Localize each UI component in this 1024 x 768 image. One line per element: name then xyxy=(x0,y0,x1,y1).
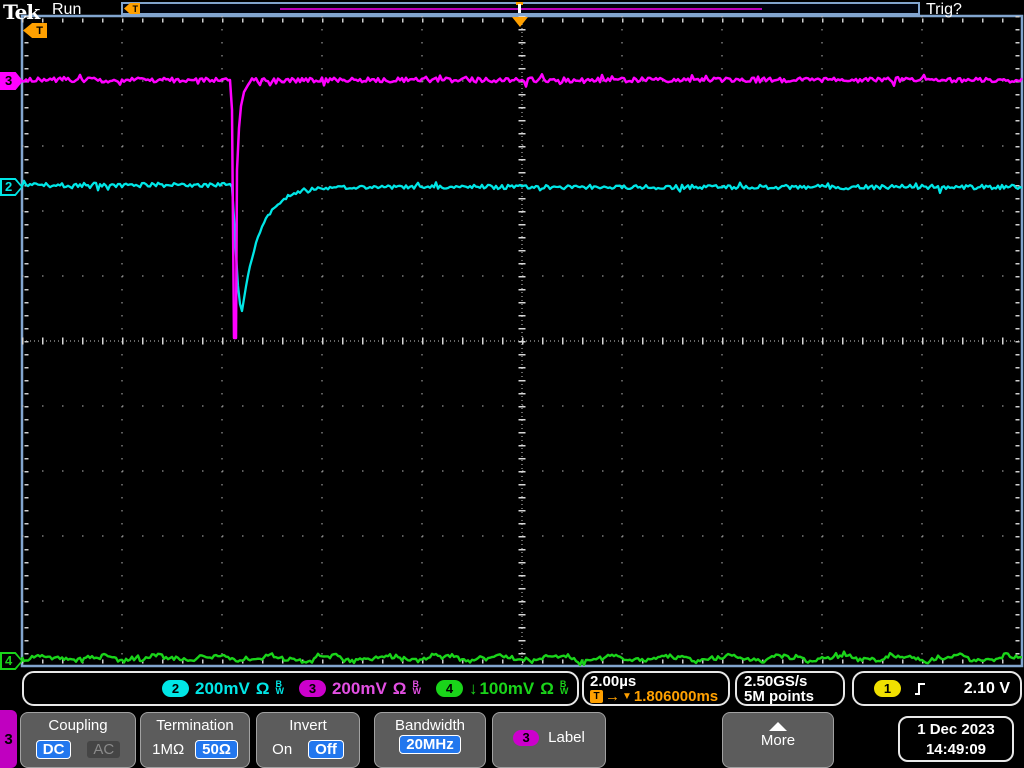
termination-50ohm-option[interactable]: 50Ω xyxy=(195,740,238,759)
channel2-readout[interactable]: 2 200mV Ω BW xyxy=(162,679,284,699)
channel4-readout[interactable]: 4 ↓ 100mV Ω BW xyxy=(435,678,569,699)
channel-readouts[interactable]: 2 200mV Ω BW 3 200mV Ω BW 4 ↓ 100mV Ω BW xyxy=(22,671,579,706)
trace-channel3 xyxy=(21,73,1024,340)
record-view-bar[interactable]: T xyxy=(121,2,920,15)
record-length: 5M points xyxy=(744,688,814,705)
acquisition-status: Run xyxy=(52,1,82,18)
channel3-bw-limit: BW xyxy=(412,678,421,696)
channel4-bw-limit: BW xyxy=(559,678,569,696)
channel2-bw-limit: BW xyxy=(275,678,284,696)
trigger-position-marker[interactable] xyxy=(512,17,528,27)
horizontal-scale: 2.00µs xyxy=(590,673,637,690)
channel3-marker[interactable]: 3 xyxy=(0,72,23,90)
time-value: 14:49:09 xyxy=(925,741,987,758)
bandwidth-button[interactable]: Bandwidth 20MHz xyxy=(374,712,486,768)
label-channel-badge: 3 xyxy=(513,729,540,746)
channel4-invert-icon: ↓ xyxy=(468,678,478,698)
record-trigger-icon: T xyxy=(124,3,140,14)
label-button[interactable]: 3 Label xyxy=(492,712,606,768)
channel3-readout[interactable]: 3 200mV Ω BW xyxy=(298,678,421,699)
trigger-status: Trig? xyxy=(926,1,962,18)
channel4-marker[interactable]: 4 xyxy=(0,652,23,670)
rising-edge-icon xyxy=(915,682,925,695)
trigger-delay-icon: T xyxy=(590,690,603,703)
invert-off-option[interactable]: Off xyxy=(308,740,344,759)
tek-logo: Tek xyxy=(3,0,40,24)
delay-arrow-icon: → xyxy=(605,688,620,705)
sample-rate: 2.50GS/s xyxy=(744,673,808,690)
date-value: 1 Dec 2023 xyxy=(917,721,995,738)
channel4-scale: 100mV xyxy=(479,678,535,698)
invert-button[interactable]: Invert On Off xyxy=(256,712,360,768)
graticule xyxy=(20,14,1024,668)
termination-button[interactable]: Termination 1MΩ 50Ω xyxy=(140,712,250,768)
channel2-marker[interactable]: 2 xyxy=(0,178,23,196)
bandwidth-value-option[interactable]: 20MHz xyxy=(399,735,461,754)
channel4-impedance: Ω xyxy=(540,678,554,698)
delay-marker-icon: ▼ xyxy=(622,691,632,702)
termination-1meg-option[interactable]: 1MΩ xyxy=(152,741,184,758)
channel3-badge: 3 xyxy=(298,680,326,697)
horizontal-delay-value: 1.806000ms xyxy=(633,688,719,705)
channel3-impedance: Ω xyxy=(392,678,407,698)
invert-on-option[interactable]: On xyxy=(272,741,292,758)
waveform-display xyxy=(20,14,1024,668)
more-up-icon xyxy=(769,722,787,731)
datetime-display: 1 Dec 2023 14:49:09 xyxy=(898,716,1014,762)
coupling-button[interactable]: Coupling DC AC xyxy=(20,712,136,768)
channel2-impedance: Ω xyxy=(255,678,270,698)
more-button[interactable]: More xyxy=(722,712,834,768)
coupling-ac-option[interactable]: AC xyxy=(87,741,121,758)
trigger-level-value: 2.10 V xyxy=(963,679,1010,697)
record-waveform-overview xyxy=(280,8,762,10)
record-trigger-position[interactable] xyxy=(518,4,521,13)
trigger-readout[interactable]: 1 2.10 V xyxy=(852,671,1022,706)
channel3-scale: 200mV xyxy=(331,678,387,698)
acquisition-readout[interactable]: 2.50GS/s 5M points xyxy=(735,671,845,706)
coupling-dc-option[interactable]: DC xyxy=(35,740,72,759)
trigger-source-badge: 1 xyxy=(874,680,901,697)
horizontal-readout[interactable]: 2.00µs T → ▼ 1.806000ms xyxy=(582,671,730,706)
channel2-scale: 200mV xyxy=(195,678,250,698)
channel4-badge: 4 xyxy=(435,680,463,697)
channel2-badge: 2 xyxy=(162,680,189,697)
menu-channel-tab: 3 xyxy=(0,710,17,768)
